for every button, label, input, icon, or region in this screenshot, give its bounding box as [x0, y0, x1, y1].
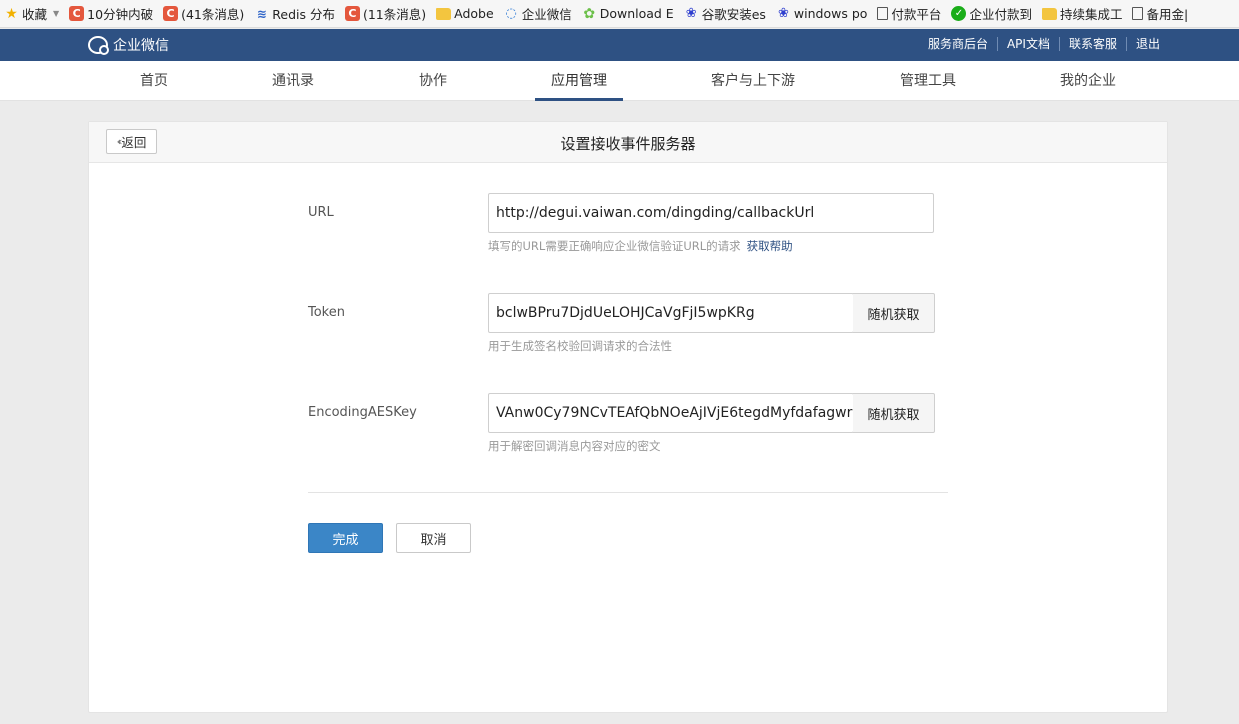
bookmark-label: 谷歌安装es [701, 7, 766, 22]
star-icon: ★ [5, 5, 18, 22]
settings-card: ‹‹ 返回 设置接收事件服务器 URL http://degui.vaiwan.… [88, 121, 1168, 713]
bookmark-item[interactable]: ✿ Download E [578, 0, 680, 27]
c-icon: C [69, 6, 85, 21]
wework-icon: ◌ [505, 6, 517, 21]
bookmark-item[interactable]: C (41条消息) [159, 0, 250, 27]
token-input[interactable]: bclwBPru7DjdUeLOHJCaVgFjI5wpKRg [488, 293, 854, 333]
link-logout[interactable]: 退出 [1125, 37, 1169, 51]
bookmark-item[interactable]: C (11条消息) [341, 0, 432, 27]
bookmark-label: windows po [793, 6, 868, 21]
tab-collaboration[interactable]: 协作 [410, 61, 456, 101]
bookmark-label: 收藏 [22, 7, 48, 22]
bookmark-favorites[interactable]: ★ 收藏 ▼ [0, 0, 65, 27]
header-links: 服务商后台 API文档 联系客服 退出 [919, 37, 1169, 51]
folder-icon [1041, 7, 1057, 20]
token-label: Token [308, 305, 345, 320]
top-header: 企业微信 服务商后台 API文档 联系客服 退出 [0, 29, 1239, 61]
redis-icon: ≋ [256, 6, 267, 21]
help-link[interactable]: 获取帮助 [747, 239, 793, 253]
bookmark-label: 备用金| [1146, 7, 1189, 22]
bookmark-item[interactable]: 持续集成工 [1038, 0, 1129, 27]
url-label: URL [308, 205, 334, 220]
bookmark-label: (41条消息) [181, 7, 245, 22]
bookmark-item[interactable]: Adobe [432, 0, 500, 27]
url-input[interactable]: http://degui.vaiwan.com/dingding/callbac… [488, 193, 934, 233]
tab-admin-tools[interactable]: 管理工具 [892, 61, 964, 101]
c-icon: C [163, 6, 179, 21]
link-api-docs[interactable]: API文档 [996, 37, 1059, 51]
card-header: ‹‹ 返回 设置接收事件服务器 [89, 122, 1167, 163]
aes-key-hint: 用于解密回调消息内容对应的密文 [488, 439, 661, 453]
brand-name: 企业微信 [113, 38, 169, 54]
brand-logo[interactable]: 企业微信 [88, 35, 169, 55]
bookmark-item[interactable]: ◌ 企业微信 [500, 0, 578, 27]
divider [308, 492, 948, 493]
tab-customers[interactable]: 客户与上下游 [704, 61, 802, 101]
doc-icon [1132, 7, 1144, 20]
bookmark-label: 10分钟内破 [87, 7, 154, 22]
check-icon: ✓ [951, 6, 967, 21]
bookmark-item[interactable]: 付款平台 [873, 0, 947, 27]
tab-contacts[interactable]: 通讯录 [264, 61, 322, 101]
bookmark-label: (11条消息) [362, 7, 427, 22]
bookmark-item[interactable]: ❀ 谷歌安装es [680, 0, 772, 27]
url-hint-text: 填写的URL需要正确响应企业微信验证URL的请求 [488, 239, 741, 253]
bookmark-label: 企业微信 [521, 7, 572, 22]
tab-home[interactable]: 首页 [126, 61, 182, 101]
link-customer-service[interactable]: 联系客服 [1058, 37, 1126, 51]
paw-icon: ❀ [685, 6, 697, 21]
aes-key-input[interactable]: VAnw0Cy79NCvTEAfQbNOeAjIVjE6tegdMyfdafag… [488, 393, 854, 433]
aes-key-random-button[interactable]: 随机获取 [853, 393, 935, 433]
page-title: 设置接收事件服务器 [560, 135, 696, 153]
bookmark-label: 企业付款到 [969, 7, 1032, 22]
folder-icon [436, 7, 452, 20]
doc-icon [877, 7, 889, 20]
bookmark-label: 持续集成工 [1059, 7, 1123, 22]
tab-app-management[interactable]: 应用管理 [535, 61, 623, 101]
bookmark-item[interactable]: ❀ windows po [772, 0, 874, 27]
c-icon: C [344, 6, 360, 21]
main-nav: 首页 通讯录 协作 应用管理 客户与上下游 管理工具 我的企业 [0, 61, 1239, 101]
bookmark-label: 付款平台 [891, 7, 942, 22]
link-provider-console[interactable]: 服务商后台 [919, 37, 997, 51]
flower-icon: ✿ [583, 5, 596, 22]
bookmark-item[interactable]: ✓ 企业付款到 [947, 0, 1038, 27]
bookmark-item[interactable]: C 10分钟内破 [65, 0, 159, 27]
bookmark-item[interactable]: ≋ Redis 分布 [250, 0, 341, 27]
paw-icon: ❀ [777, 6, 789, 21]
bookmark-item[interactable]: 备用金| [1128, 0, 1194, 27]
token-random-button[interactable]: 随机获取 [853, 293, 935, 333]
cancel-button[interactable]: 取消 [396, 523, 471, 553]
submit-button[interactable]: 完成 [308, 523, 383, 553]
url-hint: 填写的URL需要正确响应企业微信验证URL的请求 获取帮助 [488, 238, 793, 254]
token-hint: 用于生成签名校验回调请求的合法性 [488, 339, 672, 353]
aes-key-label: EncodingAESKey [308, 405, 417, 420]
bookmarks-bar: ★ 收藏 ▼ C 10分钟内破 C (41条消息) ≋ Redis 分布 C (… [0, 0, 1239, 28]
wework-logo-icon [88, 36, 109, 55]
tab-my-enterprise[interactable]: 我的企业 [1052, 61, 1124, 101]
bookmark-label: Redis 分布 [272, 7, 335, 22]
chevron-down-icon[interactable]: ▼ [53, 9, 59, 18]
bookmark-label: Adobe [454, 6, 494, 21]
bookmark-label: Download E [599, 6, 674, 21]
